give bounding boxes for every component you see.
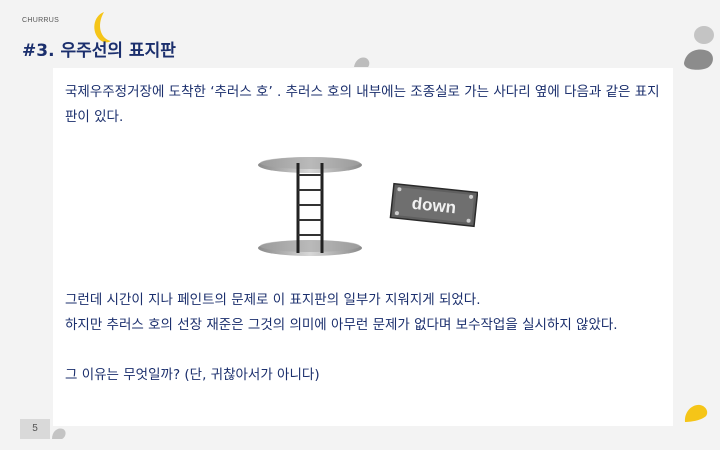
intro-paragraph: 국제우주정거장에 도착한 ‘추러스 호’ . 추러스 호의 내부에는 조종실로 …	[65, 84, 660, 125]
story-line	[65, 338, 663, 363]
gray-blob-decoration	[354, 57, 370, 67]
content-card: 국제우주정거장에 도착한 ‘추러스 호’ . 추러스 호의 내부에는 조종실로 …	[53, 68, 673, 426]
page-number: 5	[20, 419, 50, 439]
gray-blob-decoration	[684, 26, 714, 70]
page-title: #3. 우주선의 표지판	[22, 41, 176, 61]
story-paragraph: 그런데 시간이 지나 페인트의 문제로 이 표지판의 일부가 지워지게 되었다.…	[65, 288, 663, 388]
yellow-blob-decoration	[684, 404, 708, 422]
story-line: 그런데 시간이 지나 페인트의 문제로 이 표지판의 일부가 지워지게 되었다.	[65, 292, 481, 308]
down-sign: down	[389, 182, 478, 228]
brand-label: CHURRUS	[22, 17, 60, 24]
ladder-illustration: down	[258, 157, 478, 256]
story-line: 하지만 추러스 호의 선장 재준은 그것의 의미에 아무런 문제가 없다며 보수…	[65, 317, 618, 333]
gray-blob-decoration	[52, 428, 66, 439]
question-line: 그 이유는 무엇일까? (단, 귀찮아서가 아니다)	[65, 367, 320, 383]
